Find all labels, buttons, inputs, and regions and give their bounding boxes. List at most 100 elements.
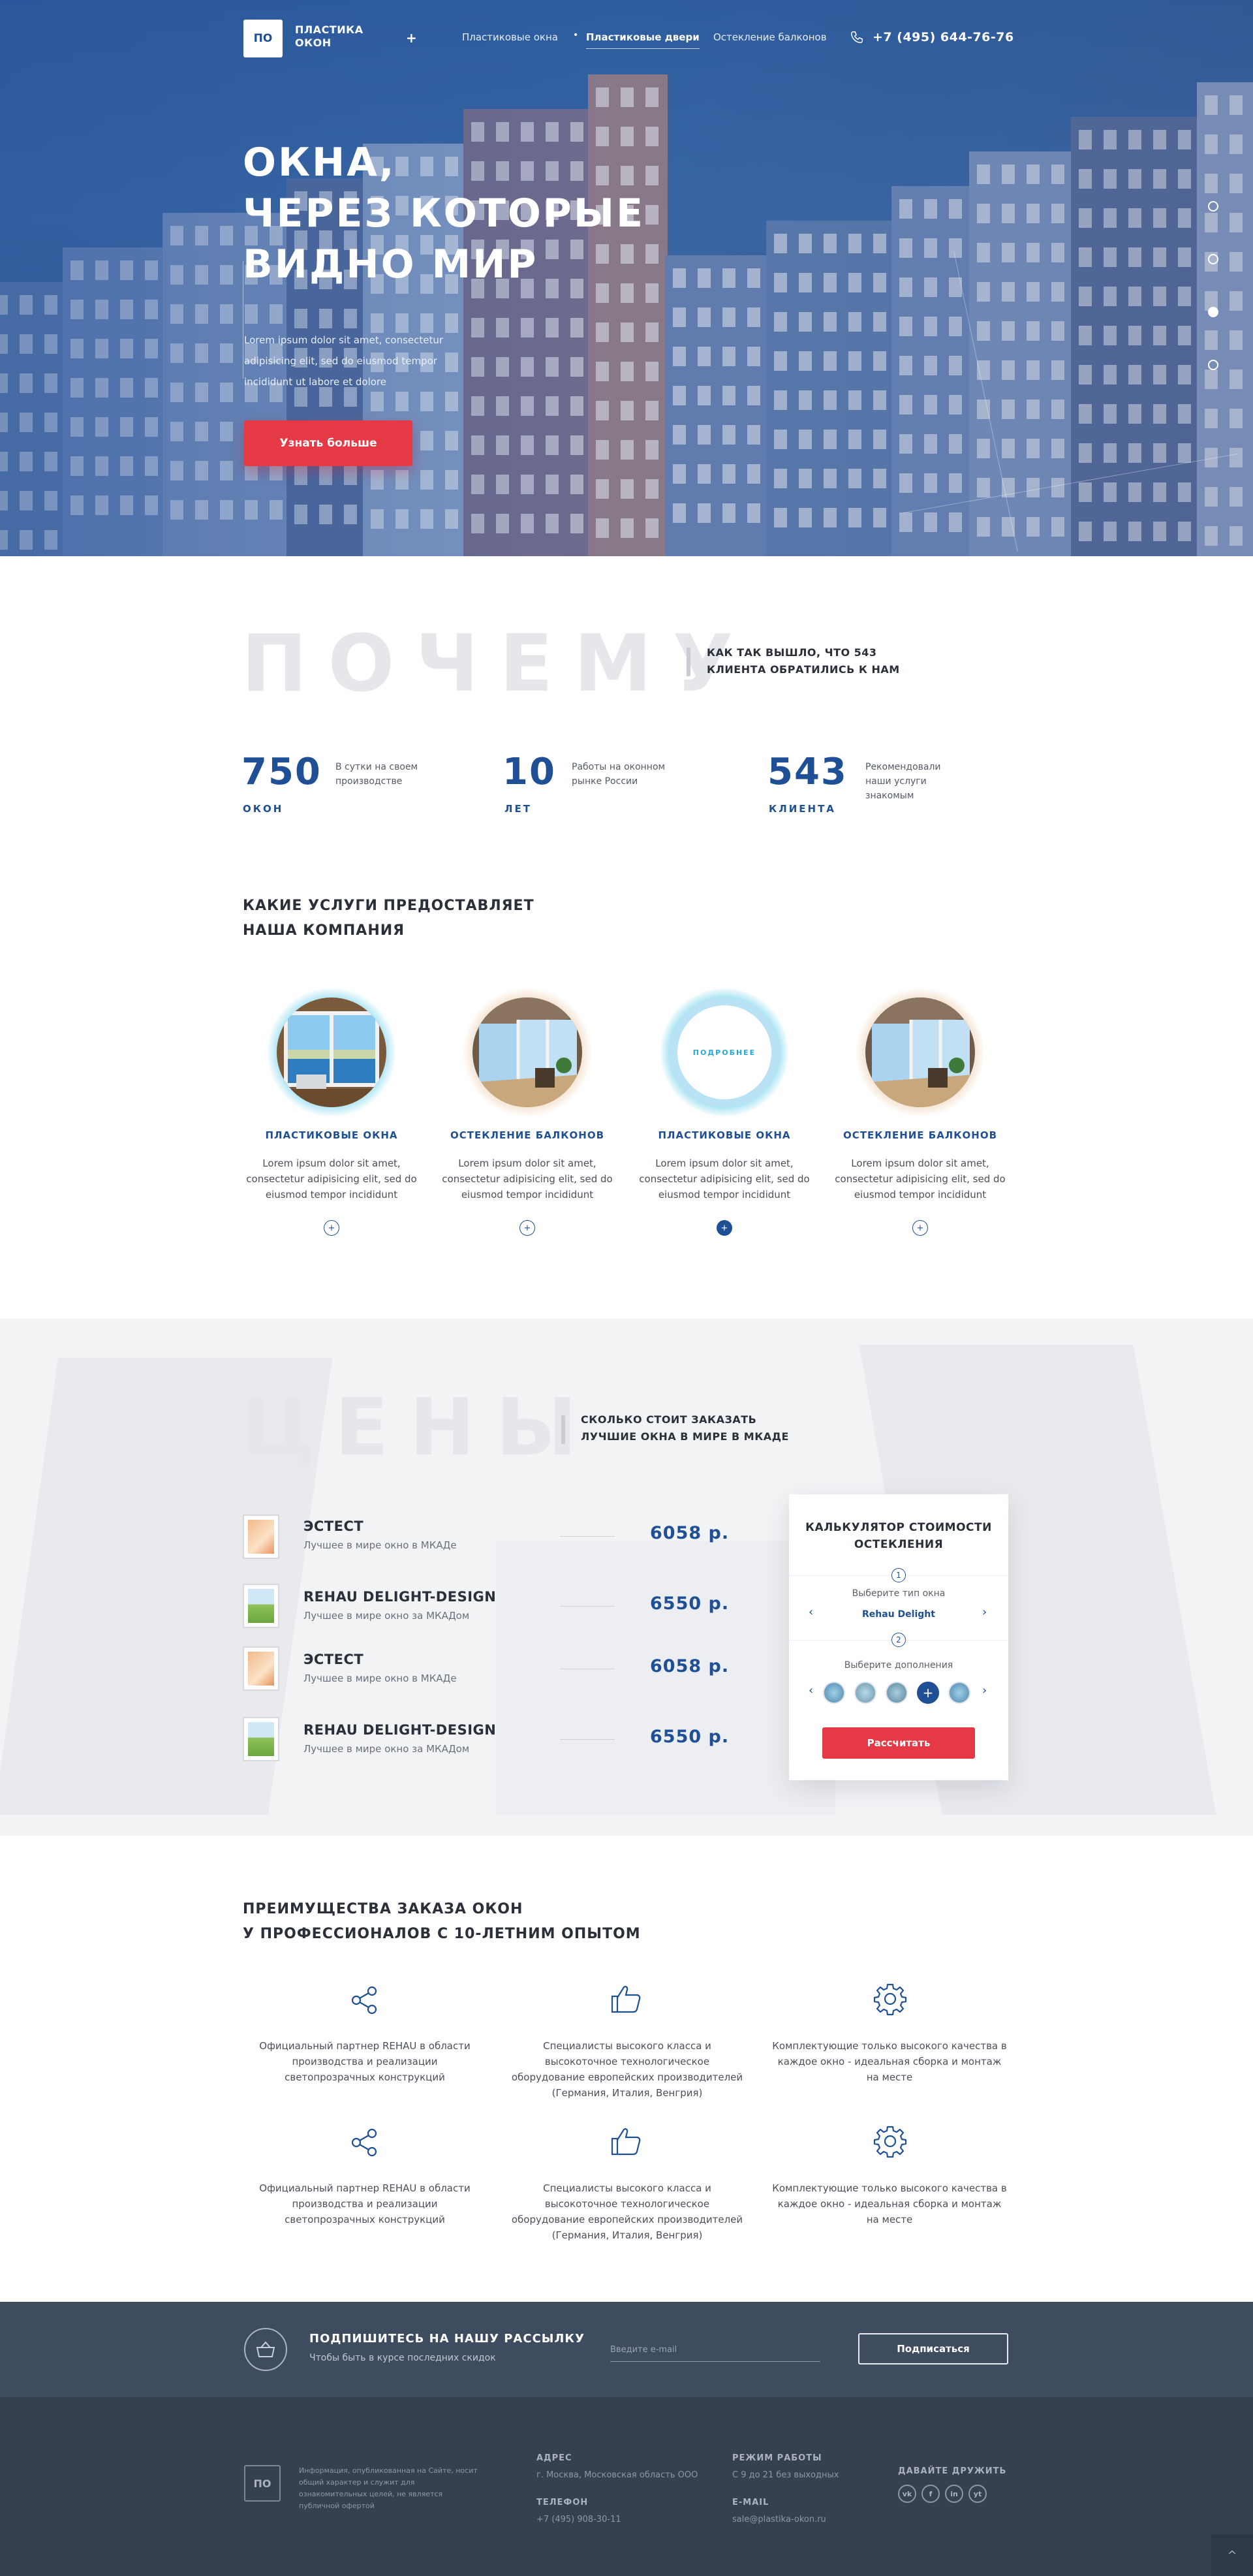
learn-more-button[interactable]: Узнать больше — [244, 420, 412, 466]
nav-balconies[interactable]: Остекление балконов — [713, 31, 827, 43]
services-heading: КАКИЕ УСЛУГИ ПРЕДОСТАВЛЯЕТ НАША КОМПАНИЯ — [243, 894, 534, 943]
service-more-button[interactable]: + — [519, 1220, 535, 1236]
footer-legal-text: Информация, опубликованная на Сайте, нос… — [299, 2466, 478, 2510]
product-name[interactable]: ЭСТЕСТ — [303, 1518, 364, 1534]
service-text: Lorem ipsum dolor sit amet, consectetur … — [442, 1157, 613, 1201]
divider — [560, 1739, 615, 1740]
thumbs-up-icon — [611, 1986, 641, 2013]
service-title[interactable]: ПЛАСТИКОВЫЕ ОКНА — [626, 1129, 822, 1141]
logo-mark[interactable]: ПО — [243, 20, 283, 57]
phone-label: ТЕЛЕФОН — [536, 2498, 589, 2507]
subscribe-section: ПОДПИШИТЕСЬ НА НАШУ РАССЫЛКУ Чтобы быть … — [0, 2302, 1253, 2397]
advantage-text: Комплектующие только высокого качества в… — [772, 2182, 1007, 2225]
slider-dot[interactable] — [1208, 254, 1218, 264]
facebook-icon[interactable]: f — [921, 2485, 940, 2503]
product-subtitle: Лучшее в мире окно в МКАДе — [303, 1673, 457, 1684]
product-thumbnail[interactable] — [243, 1646, 279, 1691]
service-image[interactable] — [472, 997, 582, 1107]
address-value: г. Москва, Московская область ООО — [536, 2470, 698, 2480]
stat-number: 543 — [767, 751, 848, 793]
email-input[interactable] — [610, 2338, 820, 2362]
balcony-photo — [865, 997, 975, 1107]
stat-number: 10 — [503, 751, 556, 793]
instagram-icon[interactable]: in — [945, 2485, 963, 2503]
gear-icon — [873, 2126, 907, 2158]
product-name[interactable]: REHAU DELIGHT-DESIGN — [303, 1589, 496, 1605]
product-thumbnail[interactable] — [243, 1584, 279, 1628]
advantage-text: Официальный партнер REHAU в области прои… — [259, 2040, 471, 2083]
product-name[interactable]: ЭСТЕСТ — [303, 1652, 364, 1667]
advantage-text: Специалисты высокого класса и высокоточн… — [511, 2040, 743, 2099]
subscribe-title: ПОДПИШИТЕСЬ НА НАШУ РАССЫЛКУ — [309, 2332, 585, 2346]
advantage-text: Комплектующие только высокого качества в… — [772, 2040, 1007, 2083]
prev-addon-chevron-icon[interactable]: ‹ — [809, 1684, 813, 1697]
product-thumbnail[interactable] — [243, 1515, 279, 1559]
share-icon — [351, 1986, 377, 2015]
addon-option[interactable] — [948, 1682, 970, 1704]
calculator-title: КАЛЬКУЛЯТОР СТОИМОСТИ ОСТЕКЛЕНИЯ — [805, 1521, 992, 1551]
service-text: Lorem ipsum dolor sit amet, consectetur … — [835, 1157, 1006, 1201]
service-more-label[interactable]: ПОДРОБНЕЕ — [677, 1005, 771, 1099]
service-title[interactable]: ОСТЕКЛЕНИЕ БАЛКОНОВ — [822, 1129, 1018, 1141]
nav-plastic-doors[interactable]: Пластиковые двери — [586, 31, 700, 49]
slider-dot[interactable] — [1208, 360, 1218, 370]
addon-option[interactable] — [886, 1682, 908, 1704]
stat-description: В сутки на своем производстве — [335, 762, 418, 787]
heading-line: ПРЕИМУЩЕСТВА ЗАКАЗА ОКОН — [243, 1901, 523, 1917]
advantages-heading: ПРЕИМУЩЕСТВА ЗАКАЗА ОКОН У ПРОФЕССИОНАЛО… — [243, 1897, 641, 1947]
stat-description: Рекомендовали наши услуги знакомым — [865, 762, 941, 801]
advantage-text: Специалисты высокого класса и высокоточн… — [511, 2182, 743, 2241]
address-label: АДРЕС — [536, 2453, 572, 2463]
header-phone[interactable]: +7 (495) 644-76-76 — [873, 30, 1014, 44]
menu-plus-icon[interactable]: + — [406, 30, 417, 46]
heading-line: НАША КОМПАНИЯ — [243, 922, 405, 939]
product-thumbnail[interactable] — [243, 1717, 279, 1761]
hours-value: С 9 до 21 без выходных — [732, 2470, 839, 2480]
service-title[interactable]: ПЛАСТИКОВЫЕ ОКНА — [234, 1129, 429, 1141]
footer-phone[interactable]: +7 (495) 908-30-11 — [536, 2515, 621, 2524]
heading-line: У ПРОФЕССИОНАЛОВ С 10-ЛЕТНИМ ОПЫТОМ — [243, 1926, 641, 1942]
product-name[interactable]: REHAU DELIGHT-DESIGN — [303, 1722, 496, 1738]
footer-logo[interactable]: ПО — [244, 2465, 281, 2502]
email-label: E-MAIL — [732, 2498, 769, 2507]
stat-description: Работы на оконном рынке России — [572, 762, 666, 787]
scroll-to-top-icon[interactable]: ^ — [1211, 2534, 1253, 2576]
footer-email[interactable]: sale@plastika-okon.ru — [732, 2515, 826, 2524]
next-addon-chevron-icon[interactable]: › — [982, 1684, 987, 1697]
divider — [560, 1536, 615, 1537]
service-more-button[interactable]: + — [324, 1220, 339, 1236]
subscribe-button[interactable]: Подписаться — [858, 2333, 1008, 2364]
service-more-button[interactable]: + — [912, 1220, 928, 1236]
logo-text[interactable]: ПЛАСТИКА ОКОН — [295, 24, 380, 50]
step-number: 1 — [891, 1568, 906, 1582]
vk-icon[interactable]: vk — [898, 2485, 916, 2503]
service-text: Lorem ipsum dolor sit amet, consectetur … — [246, 1157, 417, 1201]
product-subtitle: Лучшее в мире окно за МКАДом — [303, 1743, 470, 1755]
slider-dot[interactable] — [1208, 201, 1218, 212]
service-image[interactable] — [865, 997, 975, 1107]
subscribe-text: Чтобы быть в курсе последних скидок — [309, 2353, 496, 2363]
product-price: 6058 р. — [650, 1656, 730, 1676]
nav-plastic-windows[interactable]: Пластиковые окна — [462, 31, 558, 43]
hero-section: ПО ПЛАСТИКА ОКОН + Пластиковые окна • Пл… — [0, 0, 1253, 556]
calculate-button[interactable]: Рассчитать — [822, 1727, 975, 1759]
hero-title-line: ВИДНО МИР — [243, 242, 538, 287]
bg-shape — [496, 1541, 835, 1815]
service-title[interactable]: ОСТЕКЛЕНИЕ БАЛКОНОВ — [429, 1129, 625, 1141]
next-type-chevron-icon[interactable]: › — [982, 1605, 987, 1619]
product-price: 6550 р. — [650, 1727, 730, 1747]
thumbs-up-icon — [611, 2128, 641, 2156]
service-image[interactable] — [277, 997, 386, 1107]
service-image-hover[interactable]: ПОДРОБНЕЕ — [670, 997, 779, 1107]
addon-add-icon[interactable]: + — [917, 1682, 939, 1704]
service-more-button-active[interactable]: + — [717, 1220, 732, 1236]
window-type-value[interactable]: Rehau Delight — [789, 1609, 1008, 1620]
step-label: Выберите тип окна — [852, 1588, 946, 1599]
addon-option[interactable] — [823, 1682, 845, 1704]
heading-line: КАКИЕ УСЛУГИ ПРЕДОСТАВЛЯЕТ — [243, 898, 534, 914]
divider — [560, 1606, 615, 1607]
slider-dot-active[interactable] — [1208, 307, 1218, 317]
mail-basket-icon — [244, 2328, 287, 2371]
youtube-icon[interactable]: yt — [968, 2485, 987, 2503]
addon-option[interactable] — [854, 1682, 876, 1704]
